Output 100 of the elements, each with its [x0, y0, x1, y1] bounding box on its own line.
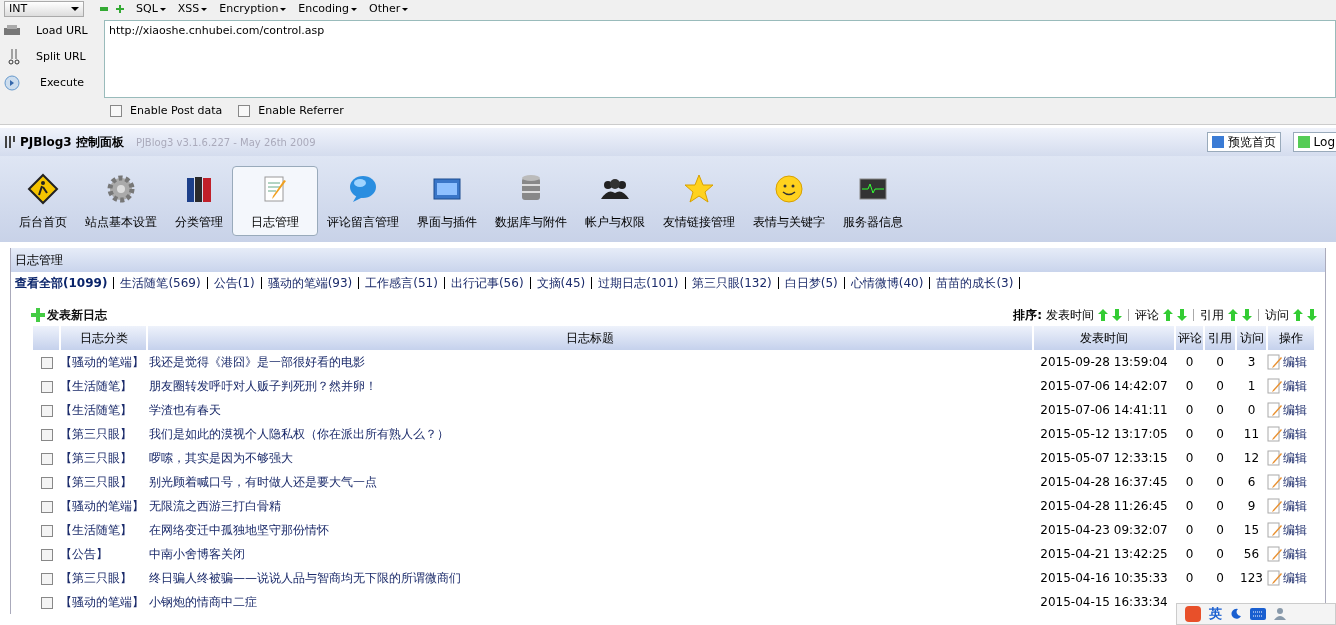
nav-tab[interactable]: 友情链接管理 [654, 166, 744, 236]
smiley-icon [773, 173, 805, 205]
checkbox[interactable] [110, 105, 122, 117]
comments-cell: 0 [1185, 355, 1194, 369]
category-cell[interactable]: 【骚动的笔端】 [60, 350, 147, 374]
category-link[interactable]: 第三只眼(132) [691, 274, 772, 292]
post-title-link[interactable]: 啰嗦，其实是因为不够强大 [147, 446, 1033, 470]
action-button[interactable]: Load URL [36, 22, 88, 40]
row-checkbox[interactable] [40, 356, 53, 369]
row-checkbox[interactable] [40, 452, 53, 465]
nav-tab[interactable]: 数据库与附件 [486, 166, 576, 236]
edit-link[interactable]: 编辑 [1267, 521, 1315, 539]
up-arrow-icon[interactable] [1163, 309, 1173, 321]
scissors-icon[interactable] [8, 49, 20, 65]
plus-icon[interactable] [116, 5, 124, 13]
printer-icon[interactable] [4, 25, 20, 37]
post-title-link[interactable]: 朋友圈转发呼吁对人贩子判死刑？然并卵！ [147, 374, 1033, 398]
nav-tab[interactable]: 服务器信息 [834, 166, 912, 236]
header-button[interactable]: Log [1292, 132, 1336, 152]
edit-link[interactable]: 编辑 [1267, 377, 1315, 395]
category-link[interactable]: 骚动的笔端(93) [267, 274, 353, 292]
menu-item[interactable]: SQL [136, 0, 166, 18]
new-post-link[interactable]: 发表新日志 [31, 306, 107, 324]
edit-link[interactable]: 编辑 [1267, 473, 1315, 491]
row-checkbox[interactable] [40, 476, 53, 489]
down-arrow-icon[interactable] [1112, 309, 1122, 321]
menu-item[interactable]: Encoding [298, 0, 358, 18]
edit-link[interactable]: 编辑 [1267, 545, 1315, 563]
post-title-link[interactable]: 中南小舍博客关闭 [147, 542, 1033, 566]
post-title-link[interactable]: 无限流之西游三打白骨精 [147, 494, 1033, 518]
up-arrow-icon[interactable] [1293, 309, 1303, 321]
play-icon[interactable] [4, 75, 20, 91]
category-cell[interactable]: 【骚动的笔端】 [60, 494, 147, 518]
row-checkbox[interactable] [40, 380, 53, 393]
nav-tab[interactable]: 分类管理 [166, 166, 232, 236]
edit-link[interactable]: 编辑 [1267, 569, 1315, 587]
down-arrow-icon[interactable] [1307, 309, 1317, 321]
category-link[interactable]: 工作感言(51) [365, 274, 438, 292]
edit-link[interactable]: 编辑 [1267, 497, 1315, 515]
category-cell[interactable]: 【第三只眼】 [60, 470, 147, 494]
down-arrow-icon[interactable] [1177, 309, 1187, 321]
up-arrow-icon[interactable] [1228, 309, 1238, 321]
nav-tab[interactable]: 评论留言管理 [318, 166, 408, 236]
post-title-link[interactable]: 我还是觉得《港囧》是一部很好看的电影 [147, 350, 1033, 374]
category-link[interactable]: 白日梦(5) [784, 274, 838, 292]
post-title-link[interactable]: 终日骗人终被骗——说说人品与智商均无下限的所谓微商们 [147, 566, 1033, 590]
category-cell[interactable]: 【生活随笔】 [60, 518, 147, 542]
category-cell[interactable]: 【第三只眼】 [60, 566, 147, 590]
category-cell[interactable]: 【第三只眼】 [60, 422, 147, 446]
edit-link[interactable]: 编辑 [1267, 353, 1315, 371]
edit-link[interactable]: 编辑 [1267, 425, 1315, 443]
ime-toolbar[interactable]: 英 [1176, 603, 1336, 625]
menu-item[interactable]: XSS [177, 0, 208, 18]
down-arrow-icon[interactable] [1242, 309, 1252, 321]
category-cell[interactable]: 【第三只眼】 [60, 446, 147, 470]
up-arrow-icon[interactable] [1098, 309, 1108, 321]
category-cell[interactable]: 【骚动的笔端】 [60, 590, 147, 614]
mode-dropdown[interactable]: INT [4, 1, 84, 17]
row-checkbox[interactable] [40, 524, 53, 537]
post-title-link[interactable]: 我们是如此的漠视个人隐私权（你在派出所有熟人么？） [147, 422, 1033, 446]
trackbacks-cell: 0 [1216, 379, 1224, 393]
category-link[interactable]: 公告(1) [213, 274, 255, 292]
url-field[interactable]: http://xiaoshe.cnhubei.com/control.asp [104, 20, 1336, 98]
visits-cell: 6 [1247, 475, 1256, 489]
row-checkbox[interactable] [40, 596, 53, 609]
action-button[interactable]: Split URL [36, 48, 86, 66]
category-link[interactable]: 过期日志(101) [598, 274, 679, 292]
date-cell-text: 2015-04-15 16:33:34 [1039, 594, 1169, 611]
menu-item[interactable]: Other [369, 0, 409, 18]
category-link[interactable]: 苗苗的成长(3) [936, 274, 1014, 292]
edit-link[interactable]: 编辑 [1267, 401, 1315, 419]
category-link[interactable]: 文摘(45) [536, 274, 586, 292]
nav-tab[interactable]: 表情与关键字 [744, 166, 834, 236]
nav-tab[interactable]: 站点基本设置 [76, 166, 166, 236]
category-link[interactable]: 查看全部(1099) [15, 274, 108, 292]
post-title-link[interactable]: 别光顾着喊口号，有时做人还是要大气一点 [147, 470, 1033, 494]
nav-tab[interactable]: 帐户与权限 [576, 166, 654, 236]
post-title-link[interactable]: 在网络变迁中孤独地坚守那份情怀 [147, 518, 1033, 542]
trackbacks-cell: 0 [1216, 427, 1224, 441]
category-cell[interactable]: 【生活随笔】 [60, 398, 147, 422]
action-button[interactable]: Execute [40, 74, 84, 92]
nav-tab[interactable]: 界面与插件 [408, 166, 486, 236]
category-cell[interactable]: 【生活随笔】 [60, 374, 147, 398]
row-checkbox[interactable] [40, 548, 53, 561]
edit-link[interactable]: 编辑 [1267, 449, 1315, 467]
row-checkbox[interactable] [40, 572, 53, 585]
row-checkbox[interactable] [40, 428, 53, 441]
row-checkbox[interactable] [40, 500, 53, 513]
category-cell[interactable]: 【公告】 [60, 542, 147, 566]
category-link[interactable]: 心情微博(40) [850, 274, 924, 292]
post-title-link[interactable]: 学渣也有春天 [147, 398, 1033, 422]
checkbox[interactable] [238, 105, 251, 117]
menu-item[interactable]: Encryption [219, 0, 287, 18]
row-checkbox[interactable] [40, 404, 53, 417]
category-link[interactable]: 出行记事(56) [450, 274, 524, 292]
post-title-link[interactable]: 小钢炮的情商中二症 [147, 590, 1033, 614]
nav-tab[interactable]: 后台首页 [10, 166, 76, 236]
nav-tab[interactable]: 日志管理 [232, 166, 318, 236]
category-link[interactable]: 生活随笔(569) [120, 274, 201, 292]
header-button[interactable]: 预览首页 [1206, 132, 1281, 152]
